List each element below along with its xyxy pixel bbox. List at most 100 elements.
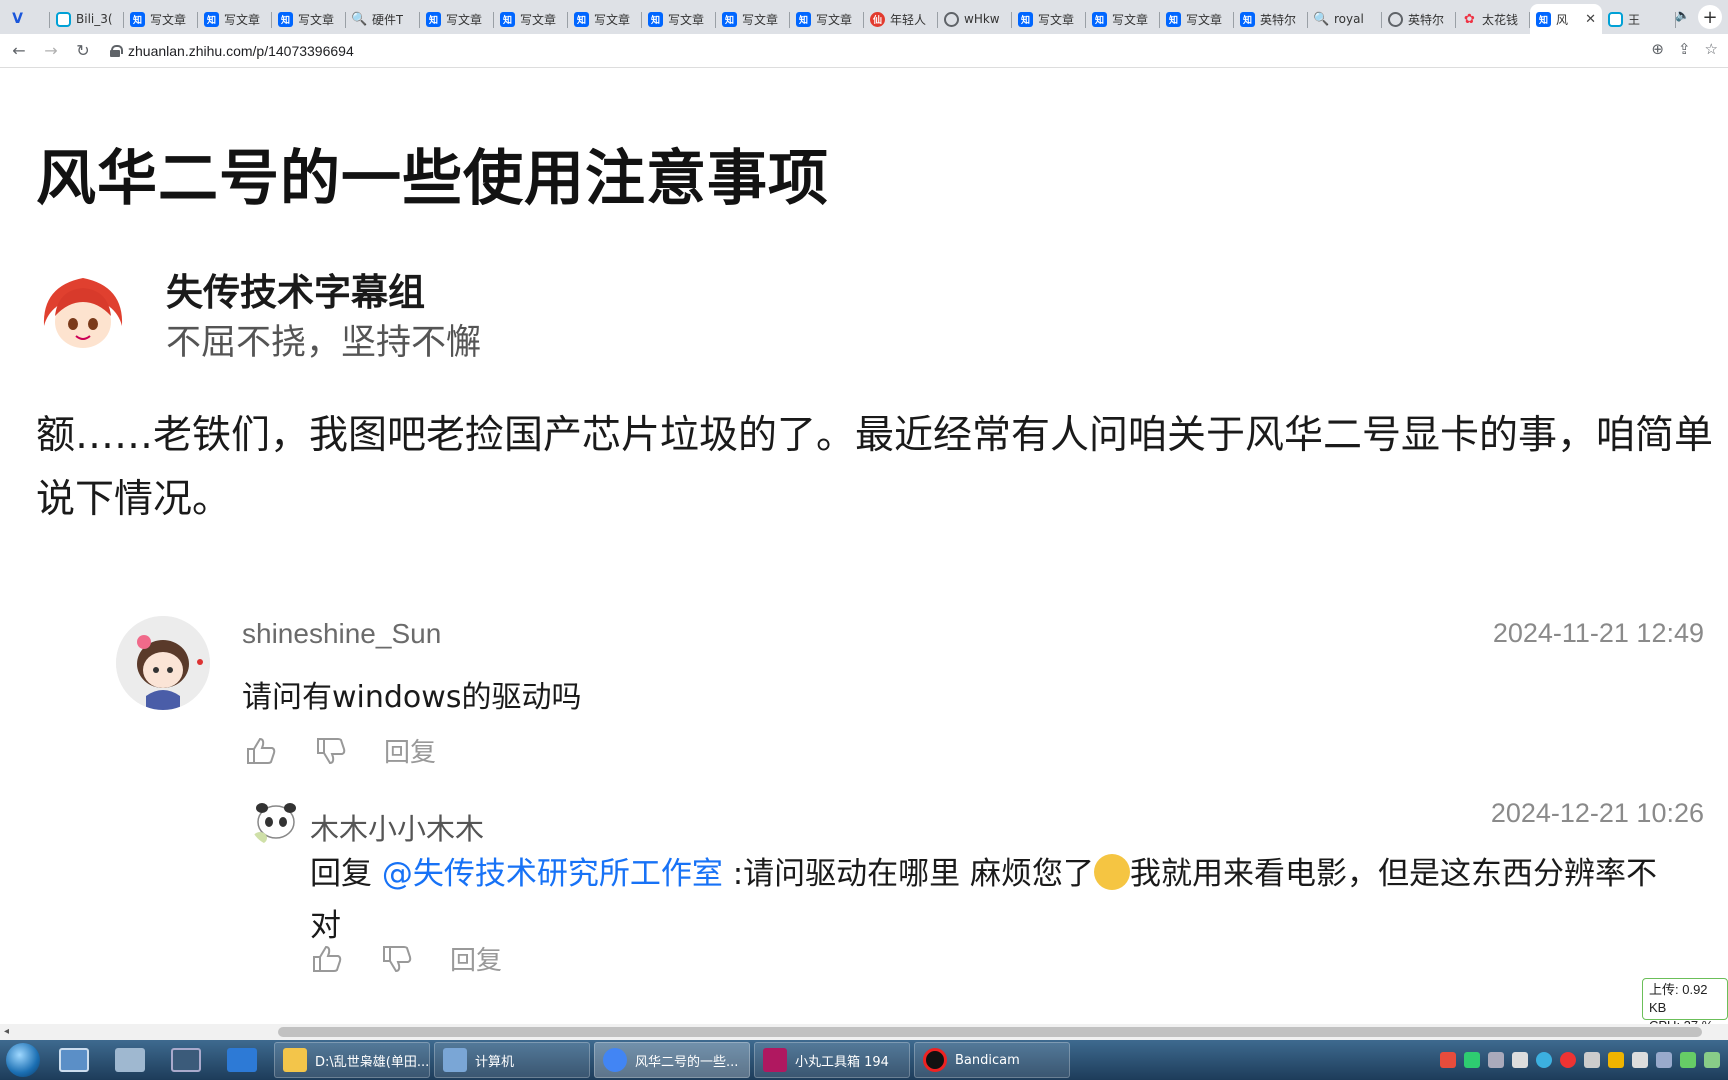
tab-5[interactable]: 🔍 硬件T — [346, 4, 420, 34]
taskbar-item-4[interactable]: Bandicam — [914, 1042, 1070, 1078]
tab-label: royal — [1334, 12, 1364, 26]
search-icon: 🔍 — [351, 11, 368, 27]
record-icon[interactable] — [1560, 1052, 1576, 1068]
tab-16[interactable]: 知写文章 — [1160, 4, 1234, 34]
horizontal-scrollbar[interactable]: ◂ — [0, 1024, 1728, 1040]
tab-label: 写文章 — [298, 12, 335, 27]
zoom-icon[interactable]: ⊕ — [1651, 40, 1664, 58]
tab-20[interactable]: ✿ 太花钱 — [1456, 4, 1530, 34]
reply-user-name[interactable]: 木木小小木木 — [310, 806, 484, 848]
tab-13[interactable]: wHkw — [938, 4, 1012, 34]
tab-2[interactable]: 知写文章 — [124, 4, 198, 34]
like-icon[interactable] — [310, 944, 344, 974]
tab-label: 写文章 — [150, 12, 187, 27]
taskbar-item-0[interactable]: D:\乱世枭雄(单田... — [274, 1042, 430, 1078]
reply-button[interactable]: 回复 — [384, 732, 436, 769]
commenter-avatar[interactable] — [116, 616, 210, 710]
wechat-icon[interactable] — [1464, 1052, 1480, 1068]
upload-speed: 上传: 0.92 KB — [1649, 982, 1708, 1015]
windows-orb-icon — [6, 1043, 40, 1077]
scroll-left-arrow-icon[interactable]: ◂ — [4, 1026, 9, 1037]
tab-label: 太花钱 — [1482, 12, 1519, 27]
tab-17[interactable]: 知英特尔 — [1234, 4, 1308, 34]
tab-9[interactable]: 知写文章 — [642, 4, 716, 34]
tab-7[interactable]: 知写文章 — [494, 4, 568, 34]
close-tab-icon[interactable]: ✕ — [1585, 12, 1596, 27]
tab-15[interactable]: 知写文章 — [1086, 4, 1160, 34]
author-bio: 不屈不挠，坚持不懈 — [166, 323, 482, 363]
tab-6[interactable]: 知写文章 — [420, 4, 494, 34]
author-name[interactable]: 失传技术字幕组 — [166, 262, 425, 316]
volume-icon[interactable] — [1704, 1052, 1720, 1068]
mention-link[interactable]: @失传技术研究所工作室 — [382, 856, 723, 892]
reply-text: 回复 @失传技术研究所工作室 :请问驱动在哪里 麻烦您了 我就用来看电影，但是这东… — [310, 848, 1710, 952]
tab-10[interactable]: 知写文章 — [716, 4, 790, 34]
task-list: D:\乱世枭雄(单田... 计算机 风华二号的一些... 小丸工具箱 194 Bandi… — [270, 1040, 1070, 1080]
tab-22[interactable]: 王 — [1602, 4, 1676, 34]
tab-label: 写文章 — [446, 12, 483, 27]
zhihu-icon: 知 — [130, 11, 145, 27]
start-button[interactable] — [0, 1040, 46, 1080]
tab-label: 写文章 — [1186, 12, 1223, 27]
reply-button[interactable]: 回复 — [450, 940, 502, 977]
back-button[interactable]: ← — [6, 38, 32, 64]
comment-timestamp: 2024-11-21 12:49 — [1492, 618, 1704, 648]
page-content: 风华二号的一些使用注意事项 失传技术字幕组 不屈不挠，坚持不懈 额……老铁们，我… — [0, 68, 1728, 1026]
like-icon[interactable] — [244, 736, 278, 766]
taskbar-item-3[interactable]: 小丸工具箱 194 — [754, 1042, 910, 1078]
crying-emoji-icon — [1094, 853, 1131, 890]
tab-14[interactable]: 知写文章 — [1012, 4, 1086, 34]
remote-icon[interactable] — [1632, 1052, 1648, 1068]
search-icon: 🔍 — [1313, 11, 1330, 27]
tab-label: 写文章 — [520, 12, 557, 27]
commenter-name[interactable]: shineshine_Sun — [242, 618, 441, 650]
comment-text: 请问有windows的驱动吗 — [242, 680, 582, 715]
tab-label: 写文章 — [668, 12, 705, 27]
tab-8[interactable]: 知写文章 — [568, 4, 642, 34]
tab-21[interactable]: 知风 ✕ — [1530, 4, 1602, 34]
tray-circle-icon[interactable] — [1536, 1052, 1552, 1068]
tray-app-icon[interactable] — [1488, 1052, 1504, 1068]
author-avatar[interactable] — [36, 266, 130, 360]
tab-1[interactable]: Bili_3( — [50, 4, 124, 34]
reply-avatar[interactable] — [250, 794, 302, 846]
tab-18[interactable]: 🔍 royal — [1308, 4, 1382, 34]
taskbar-item-label: D:\乱世枭雄(单田... — [315, 1054, 430, 1070]
network-monitor-widget: 上传: 0.92 KB CPU: 27 % — [1642, 978, 1728, 1026]
shield-icon[interactable] — [1608, 1052, 1624, 1068]
taskbar-item-label: 小丸工具箱 194 — [795, 1054, 889, 1070]
tab-19[interactable]: 英特尔 — [1382, 4, 1456, 34]
taskbar-item-1[interactable]: 计算机 — [434, 1042, 590, 1078]
share-icon[interactable]: ⇪ — [1678, 40, 1691, 58]
tab-4[interactable]: 知写文章 — [272, 4, 346, 34]
comment-actions: 回复 — [244, 732, 436, 769]
network-tool-icon[interactable] — [214, 1040, 270, 1080]
usb-icon[interactable] — [1512, 1052, 1528, 1068]
sogou-icon[interactable] — [1440, 1052, 1456, 1068]
dislike-icon[interactable] — [380, 944, 414, 974]
computer-quicklaunch-icon[interactable] — [102, 1040, 158, 1080]
device-manager-icon[interactable] — [158, 1040, 214, 1080]
speaker-icon[interactable]: 🔈 — [1675, 8, 1690, 22]
network-icon[interactable] — [1680, 1052, 1696, 1068]
dislike-icon[interactable] — [314, 736, 348, 766]
reload-button[interactable]: ↻ — [70, 38, 96, 64]
tab-3[interactable]: 知写文章 — [198, 4, 272, 34]
address-bar[interactable]: zhuanlan.zhihu.com/p/14073396694 — [110, 43, 354, 59]
tab-11[interactable]: 知写文章 — [790, 4, 864, 34]
tab-0[interactable]: V — [4, 4, 50, 34]
bluetooth-icon[interactable] — [1656, 1052, 1672, 1068]
reply-text-part-a: :请问驱动在哪里 麻烦您了 — [722, 856, 1095, 892]
new-tab-button[interactable]: + — [1698, 5, 1722, 29]
tab-12[interactable]: 仙年轻人 — [864, 4, 938, 34]
system-tray — [1440, 1040, 1728, 1080]
show-desktop-icon[interactable] — [46, 1040, 102, 1080]
zhihu-icon: 知 — [1166, 11, 1181, 27]
printer-icon[interactable] — [1584, 1052, 1600, 1068]
taskbar-item-2[interactable]: 风华二号的一些... — [594, 1042, 750, 1078]
zhihu-icon: 知 — [1018, 11, 1033, 27]
tab-label: 写文章 — [594, 12, 631, 27]
forward-button[interactable]: → — [38, 38, 64, 64]
scrollbar-thumb[interactable] — [278, 1027, 1702, 1037]
bookmark-star-icon[interactable]: ☆ — [1705, 40, 1718, 58]
